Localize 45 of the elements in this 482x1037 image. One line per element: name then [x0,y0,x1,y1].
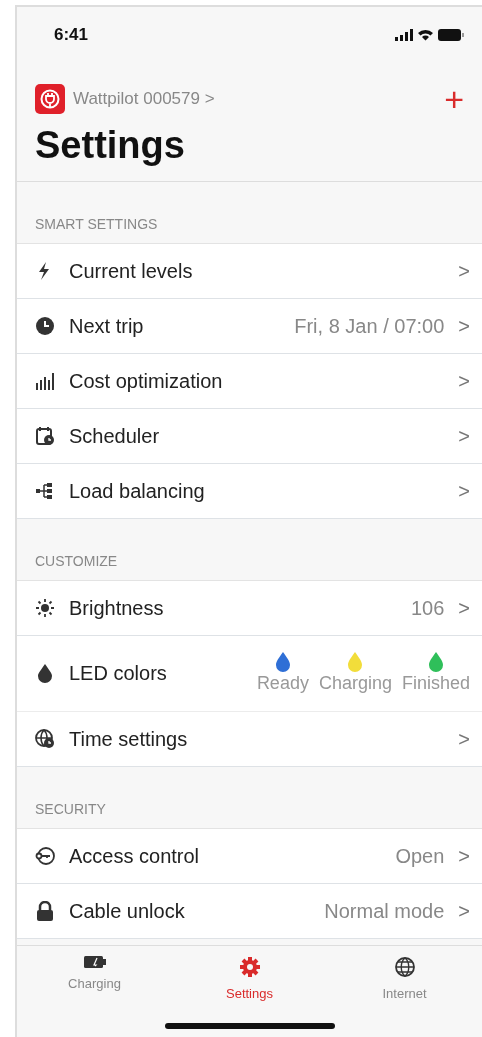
settings-row[interactable]: Brightness 106 > [17,580,482,636]
settings-row[interactable]: Next trip Fri, 8 Jan / 07:00 > [17,298,482,354]
gear-icon [238,956,261,978]
row-label: LED colors [69,661,167,687]
section-header: SECURITY [17,766,482,829]
led-state-label: Charging [318,673,392,695]
clock-icon [35,315,55,336]
chevron-icon: > [458,723,470,754]
wifi-icon [417,28,434,41]
settings-row[interactable]: Cable unlock Normal mode > [17,883,482,939]
section-header: SMART SETTINGS [17,181,482,244]
tab-button[interactable]: Settings [172,946,327,1015]
chevron-icon: > [458,255,470,286]
page-title: Settings [17,117,482,182]
settings-row[interactable]: Access control Open > [17,828,482,884]
settings-row[interactable]: Load balancing > [17,463,482,519]
key-icon [35,845,55,866]
chevron-icon: > [458,895,470,926]
chevron-icon: > [458,475,470,506]
add-button[interactable]: + [444,81,464,116]
led-state-label: Finished [401,673,470,695]
chevron-icon: > [458,840,470,871]
globe-clock-icon [35,728,55,749]
led-state-label: Ready [256,673,309,695]
chevron-icon: > [458,365,470,396]
chevron-icon: > [458,310,470,341]
section-header: CUSTOMIZE [17,518,482,581]
calendar-icon [35,425,55,446]
settings-row[interactable]: Current levels > [17,243,482,299]
chevron-icon: > [458,420,470,451]
settings-row[interactable]: Cost optimization > [17,353,482,409]
battery-icon [83,956,106,968]
status-time: 6:41 [54,23,89,46]
battery-icon [438,28,464,41]
drop-icon [35,663,55,684]
lock-icon [35,900,55,921]
hierarchy-icon [35,480,55,501]
signal-icon [395,28,413,41]
globe-icon [393,956,416,978]
sun-icon [35,597,55,618]
bar-chart-icon [35,370,55,391]
plug-logo-icon [35,83,65,114]
chevron-icon: > [458,592,470,623]
settings-row[interactable]: Scheduler > [17,408,482,464]
settings-row[interactable]: Time settings > [17,711,482,767]
